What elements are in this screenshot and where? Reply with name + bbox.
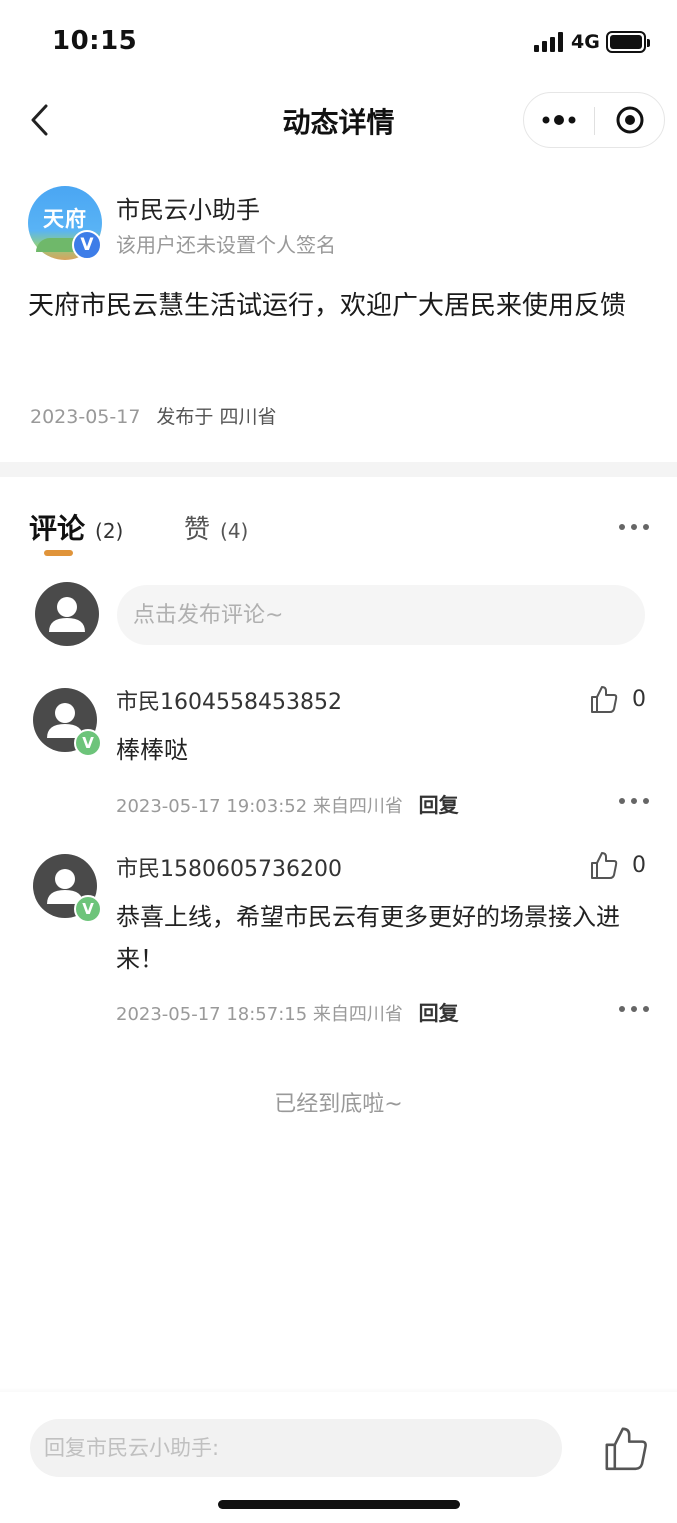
tab-comments[interactable]: 评论 (2): [29, 507, 123, 547]
tab-likes-label: 赞: [184, 515, 211, 545]
thumbs-up-icon: [591, 852, 618, 879]
section-divider: [0, 462, 677, 477]
comment-author-name[interactable]: 市民1604558453852: [116, 684, 342, 716]
comment-text: 恭喜上线，希望市民云有更多更好的场景接入进来！: [116, 903, 620, 973]
comment-like-button[interactable]: 0: [590, 848, 654, 882]
active-tab-indicator: [44, 550, 73, 556]
nav-bar: 动态详情: [0, 84, 677, 156]
capsule-more-button[interactable]: [524, 93, 594, 147]
signal-icon: [534, 32, 566, 52]
author-logo-text: 天府: [43, 207, 87, 231]
author-signature: 该用户还未设置个人签名: [116, 233, 336, 257]
status-time: 10:15: [52, 26, 138, 56]
tab-likes[interactable]: 赞 (4): [184, 509, 248, 546]
comment-location: 来自四川省: [312, 1004, 403, 1025]
end-of-list-text: 已经到底啦~: [274, 1092, 403, 1117]
comment-reply-button[interactable]: 回复: [419, 1001, 459, 1025]
target-circle-icon: [616, 106, 644, 134]
comment-avatar[interactable]: V: [33, 688, 102, 757]
comment-reply-button[interactable]: 回复: [419, 793, 459, 817]
comment-avatar[interactable]: V: [33, 854, 102, 923]
tab-comments-count: (2): [95, 519, 124, 543]
post-date: 2023-05-17: [30, 406, 141, 428]
verified-badge: V: [74, 895, 102, 923]
more-dots-icon: [619, 1006, 625, 1012]
capsule-close-button[interactable]: [595, 93, 665, 147]
more-dots-icon: [619, 798, 625, 804]
tab-likes-count: (4): [220, 519, 249, 543]
mini-program-capsule: [523, 92, 665, 148]
home-indicator: [218, 1500, 460, 1509]
comment-like-button[interactable]: 0: [590, 682, 654, 716]
comment-like-count: 0: [632, 686, 646, 712]
tab-comments-label: 评论: [29, 512, 86, 545]
comment-meta: 2023-05-17 18:57:15 来自四川省 回复: [116, 997, 459, 1026]
post-content: 天府市民云慧生活试运行，欢迎广大居民来使用反馈: [28, 291, 627, 321]
comment-more-button[interactable]: [612, 997, 656, 1021]
tabs-more-button[interactable]: [612, 515, 656, 539]
comment-location: 来自四川省: [312, 796, 403, 817]
author-name[interactable]: 市民云小助手: [116, 190, 260, 225]
post-like-button[interactable]: [602, 1424, 650, 1472]
comment-input[interactable]: [117, 585, 645, 645]
comment-author-name[interactable]: 市民1580605736200: [116, 851, 342, 883]
status-bar: 10:15 4G: [0, 0, 677, 84]
post-meta: 2023-05-17 发布于 四川省: [30, 402, 276, 429]
verified-badge: V: [74, 729, 102, 757]
user-silhouette-icon: [49, 597, 85, 632]
thumbs-up-icon: [605, 1427, 647, 1471]
verified-badge: V: [72, 230, 102, 260]
comment-time: 2023-05-17 19:03:52: [116, 796, 308, 817]
more-dots-icon: [542, 115, 576, 125]
more-dots-icon: [619, 524, 625, 530]
comment-like-count: 0: [632, 852, 646, 878]
comment-time: 2023-05-17 18:57:15: [116, 1004, 308, 1025]
post-location: 发布于 四川省: [156, 406, 277, 428]
comment-meta: 2023-05-17 19:03:52 来自四川省 回复: [116, 789, 459, 818]
reply-input[interactable]: [30, 1419, 562, 1477]
comment-text: 棒棒哒: [116, 736, 188, 764]
network-type: 4G: [571, 31, 600, 53]
battery-icon: [606, 31, 650, 53]
thumbs-up-icon: [591, 686, 618, 713]
my-avatar: [35, 582, 99, 646]
comment-more-button[interactable]: [612, 789, 656, 813]
